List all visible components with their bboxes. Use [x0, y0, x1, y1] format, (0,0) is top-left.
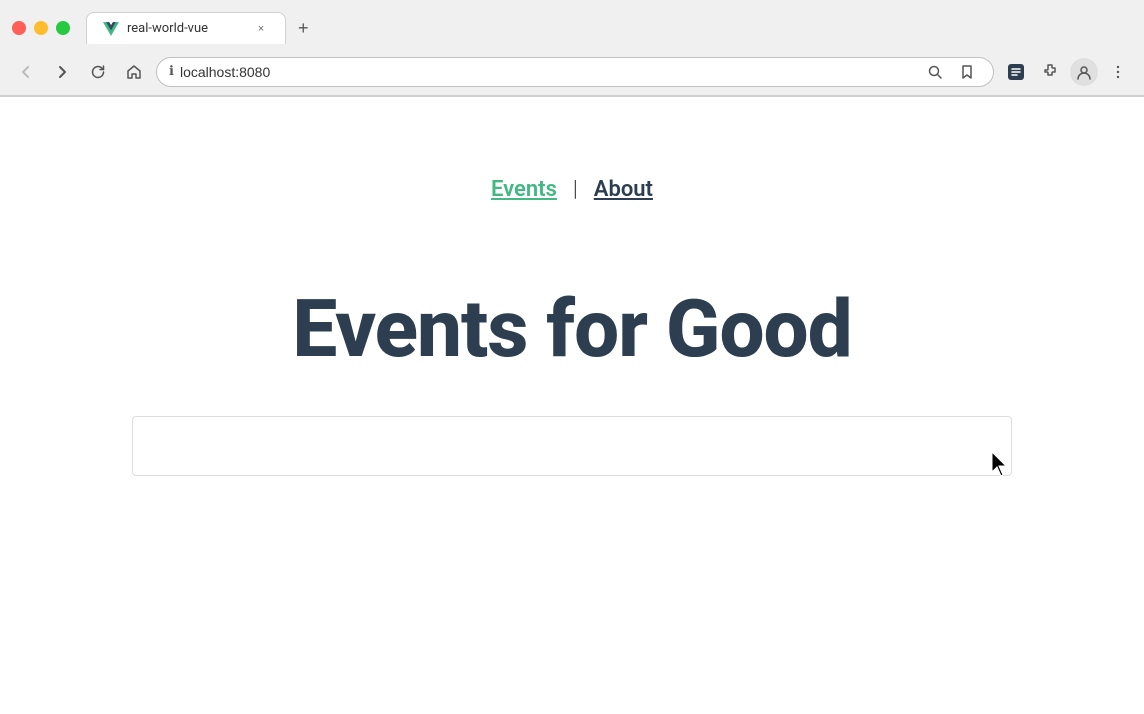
profile-button[interactable] — [1070, 58, 1098, 86]
page-content: Events | About Events for Good — [0, 97, 1144, 679]
tab-close-button[interactable]: × — [253, 21, 269, 37]
back-button[interactable] — [12, 58, 40, 86]
nav-about-link[interactable]: About — [594, 177, 653, 202]
address-bar: ℹ — [0, 48, 1144, 96]
reload-button[interactable] — [84, 58, 112, 86]
site-navigation: Events | About — [491, 177, 653, 202]
hero-title: Events for Good — [292, 282, 851, 376]
forward-button[interactable] — [48, 58, 76, 86]
new-tab-button[interactable]: + — [290, 14, 317, 43]
browser-menu-button[interactable] — [1104, 58, 1132, 86]
close-window-button[interactable] — [12, 21, 26, 35]
tab-title: real-world-vue — [127, 21, 245, 36]
home-button[interactable] — [120, 58, 148, 86]
browser-extensions — [1002, 58, 1132, 86]
maximize-window-button[interactable] — [56, 21, 70, 35]
card-placeholder — [132, 416, 1012, 476]
nav-separator: | — [573, 177, 578, 202]
tab-favicon — [103, 21, 119, 37]
nav-events-link[interactable]: Events — [491, 177, 557, 202]
address-actions — [921, 58, 981, 86]
browser-chrome: real-world-vue × + ℹ — [0, 0, 1144, 97]
minimize-window-button[interactable] — [34, 21, 48, 35]
bookmark-button[interactable] — [953, 58, 981, 86]
extensions-button[interactable] — [1036, 58, 1064, 86]
browser-tab[interactable]: real-world-vue × — [86, 12, 286, 44]
address-input-wrap[interactable]: ℹ — [156, 57, 994, 87]
title-bar: real-world-vue × + — [0, 0, 1144, 48]
extension1-button[interactable] — [1002, 58, 1030, 86]
zoom-button[interactable] — [921, 58, 949, 86]
security-icon: ℹ — [169, 64, 174, 79]
address-input[interactable] — [180, 64, 915, 80]
window-controls — [12, 21, 70, 35]
